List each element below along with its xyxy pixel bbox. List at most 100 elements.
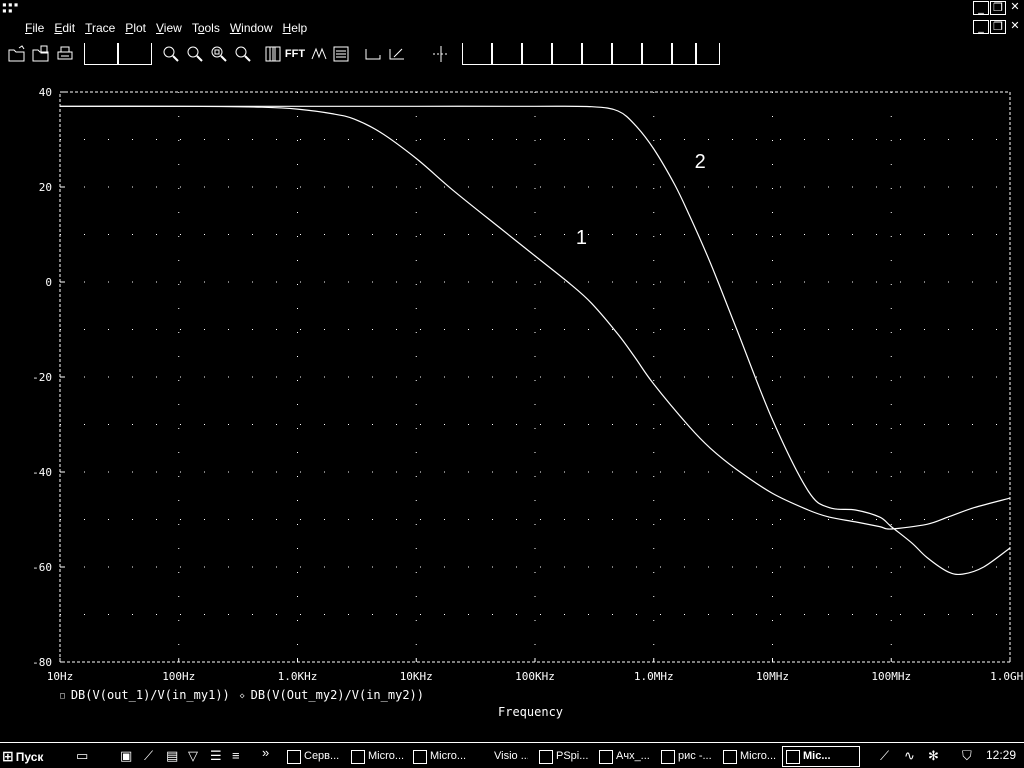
zoom-out-icon[interactable] <box>184 43 206 65</box>
menu-view[interactable]: View <box>151 18 187 38</box>
toolbar-slot[interactable] <box>642 43 672 65</box>
taskbar-button[interactable]: Micro... <box>410 746 466 767</box>
toolbar-slot[interactable] <box>462 43 492 65</box>
task-app-icon <box>539 749 553 764</box>
quicklaunch-list-icon[interactable]: ☰ <box>210 748 222 764</box>
curve-label-2: 2 <box>695 151 706 173</box>
doc-restore-button[interactable]: ❐ <box>990 20 1006 34</box>
toolbar-slot[interactable] <box>522 43 552 65</box>
legend-label: DB(V(Out_my2)/V(in_my2)) <box>250 688 424 702</box>
probe-plot-area[interactable]: 10Hz 100Hz 1.0KHz 10KHz 100KHz 1.0MHz 10MHz 100… <box>0 70 1024 720</box>
toolbar-slot[interactable] <box>612 43 642 65</box>
tray-settings-icon[interactable]: ✻ <box>928 748 939 764</box>
zoom-fit-icon[interactable] <box>232 43 254 65</box>
doc-minimize-button[interactable]: _ <box>973 20 989 34</box>
legend: □ DB(V(out_1)/V(in_my1)) ◇ DB(V(Out_my2)/V(… <box>60 688 424 702</box>
menu-tools[interactable]: Tools <box>187 18 225 38</box>
taskbar-button[interactable]: Mic... <box>782 746 860 767</box>
taskbar-button[interactable]: Серв... <box>284 746 344 767</box>
restore-button[interactable]: ❐ <box>990 1 1006 15</box>
menu-help[interactable]: Help <box>278 18 313 38</box>
curve-label-1: 1 <box>576 227 587 249</box>
taskbar-button[interactable]: рис -... <box>658 746 716 767</box>
y-tick-label: 0 <box>45 276 52 289</box>
taskbar-button-label: Ачх_... <box>616 750 650 762</box>
fft-icon[interactable]: FFT <box>284 43 306 65</box>
zoom-area-icon[interactable] <box>208 43 230 65</box>
toolbar-slot[interactable] <box>696 43 720 65</box>
windows-logo-icon: ⊞ <box>2 748 14 764</box>
x-tick-label: 10KHz <box>400 670 433 683</box>
x-tick-label: 100MHz <box>871 670 911 683</box>
task-app-icon <box>287 749 301 764</box>
toolbar-slot[interactable] <box>492 43 522 65</box>
task-app-icon <box>786 749 800 764</box>
quicklaunch-filter-icon[interactable]: ▽ <box>188 748 198 764</box>
menu-plot[interactable]: Plot <box>120 18 151 38</box>
quicklaunch-lines-icon[interactable]: ≡ <box>232 748 240 764</box>
open-folder-icon[interactable] <box>6 43 28 65</box>
legend-marker-icon: □ <box>60 690 65 700</box>
doc-close-button[interactable]: ✕ <box>1007 20 1023 34</box>
legend-label: DB(V(out_1)/V(in_my1)) <box>70 688 230 702</box>
system-menu-icon[interactable]: ▪▪▪ ▪▪ <box>2 1 18 15</box>
x-axis-label: Frequency <box>498 705 564 719</box>
legend-entry[interactable]: ◇ DB(V(Out_my2)/V(in_my2)) <box>240 688 424 702</box>
add-trace-icon[interactable] <box>330 43 352 65</box>
taskbar-button[interactable]: Micro... <box>348 746 406 767</box>
performance-analysis-icon[interactable] <box>308 43 330 65</box>
taskbar-button-label: Visio ... <box>494 750 528 762</box>
taskbar-button-label: PSpi... <box>556 750 589 762</box>
x-tick-label: 100Hz <box>162 670 195 683</box>
menu-edit[interactable]: Edit <box>49 18 80 38</box>
start-button[interactable]: ⊞ Пуск <box>2 746 43 767</box>
window-control-bar: ▪▪▪ ▪▪ _ ❐ ✕ _ ❐ ✕ <box>0 0 1024 34</box>
quicklaunch-drive-icon[interactable]: ▤ <box>166 748 178 764</box>
y-tick-label: 20 <box>39 181 52 194</box>
toolbar-slot[interactable] <box>582 43 612 65</box>
menu-trace[interactable]: Trace <box>80 18 120 38</box>
legend-entry[interactable]: □ DB(V(out_1)/V(in_my1)) <box>60 688 230 702</box>
x-tick-label: 1.0KHz <box>278 670 318 683</box>
tray-shield-icon[interactable]: ⛉ <box>962 748 972 764</box>
toolbar-slot[interactable] <box>84 43 118 65</box>
minimize-button[interactable]: _ <box>973 1 989 15</box>
series-line-2 <box>60 105 1011 576</box>
task-app-icon <box>413 749 427 764</box>
y-tick-label: -60 <box>32 561 52 574</box>
taskbar-button[interactable]: Ачх_... <box>596 746 654 767</box>
taskbar-button-label: Mic... <box>803 750 831 762</box>
menu-bar: File Edit Trace Plot View Tools Window Help <box>20 18 312 38</box>
taskbar-button[interactable]: Visio ... <box>470 746 528 767</box>
tray-network-icon[interactable]: ⟋ <box>880 748 889 764</box>
toolbar-slot[interactable] <box>118 43 152 65</box>
toolbar-slot[interactable] <box>672 43 696 65</box>
plot-svg: 10Hz 100Hz 1.0KHz 10KHz 100KHz 1.0MHz 10MHz 100… <box>32 86 1024 683</box>
start-label: Пуск <box>15 749 44 764</box>
cursor-icon[interactable] <box>430 43 452 65</box>
quicklaunch-save-icon[interactable]: ▣ <box>120 748 132 764</box>
open-file-icon[interactable] <box>30 43 52 65</box>
print-icon[interactable] <box>54 43 76 65</box>
quicklaunch-tool-icon[interactable]: ⟋ <box>144 748 153 764</box>
zoom-in-icon[interactable] <box>160 43 182 65</box>
taskbar-button[interactable]: Micro... <box>720 746 778 767</box>
task-app-icon <box>351 749 365 764</box>
tray-status-icon[interactable]: ∿ <box>904 748 915 764</box>
plot-label-icon[interactable] <box>386 43 408 65</box>
x-tick-label: 10Hz <box>47 670 74 683</box>
curve-labels: 12 <box>576 151 706 249</box>
plot-axis-icon[interactable] <box>362 43 384 65</box>
log-x-axis-icon[interactable] <box>262 43 284 65</box>
toolbar-slot[interactable] <box>552 43 582 65</box>
grid <box>60 92 1010 662</box>
menu-window[interactable]: Window <box>225 18 278 38</box>
fft-label: FFT <box>284 48 306 60</box>
taskbar-button[interactable]: PSpi... <box>536 746 592 767</box>
task-app-icon <box>599 749 613 764</box>
quicklaunch-more-icon[interactable]: » <box>262 745 269 761</box>
legend-marker-icon: ◇ <box>239 690 245 700</box>
menu-file[interactable]: File <box>20 18 49 38</box>
quicklaunch-desktop-icon[interactable]: ▭ <box>76 748 88 764</box>
close-button[interactable]: ✕ <box>1007 1 1023 15</box>
